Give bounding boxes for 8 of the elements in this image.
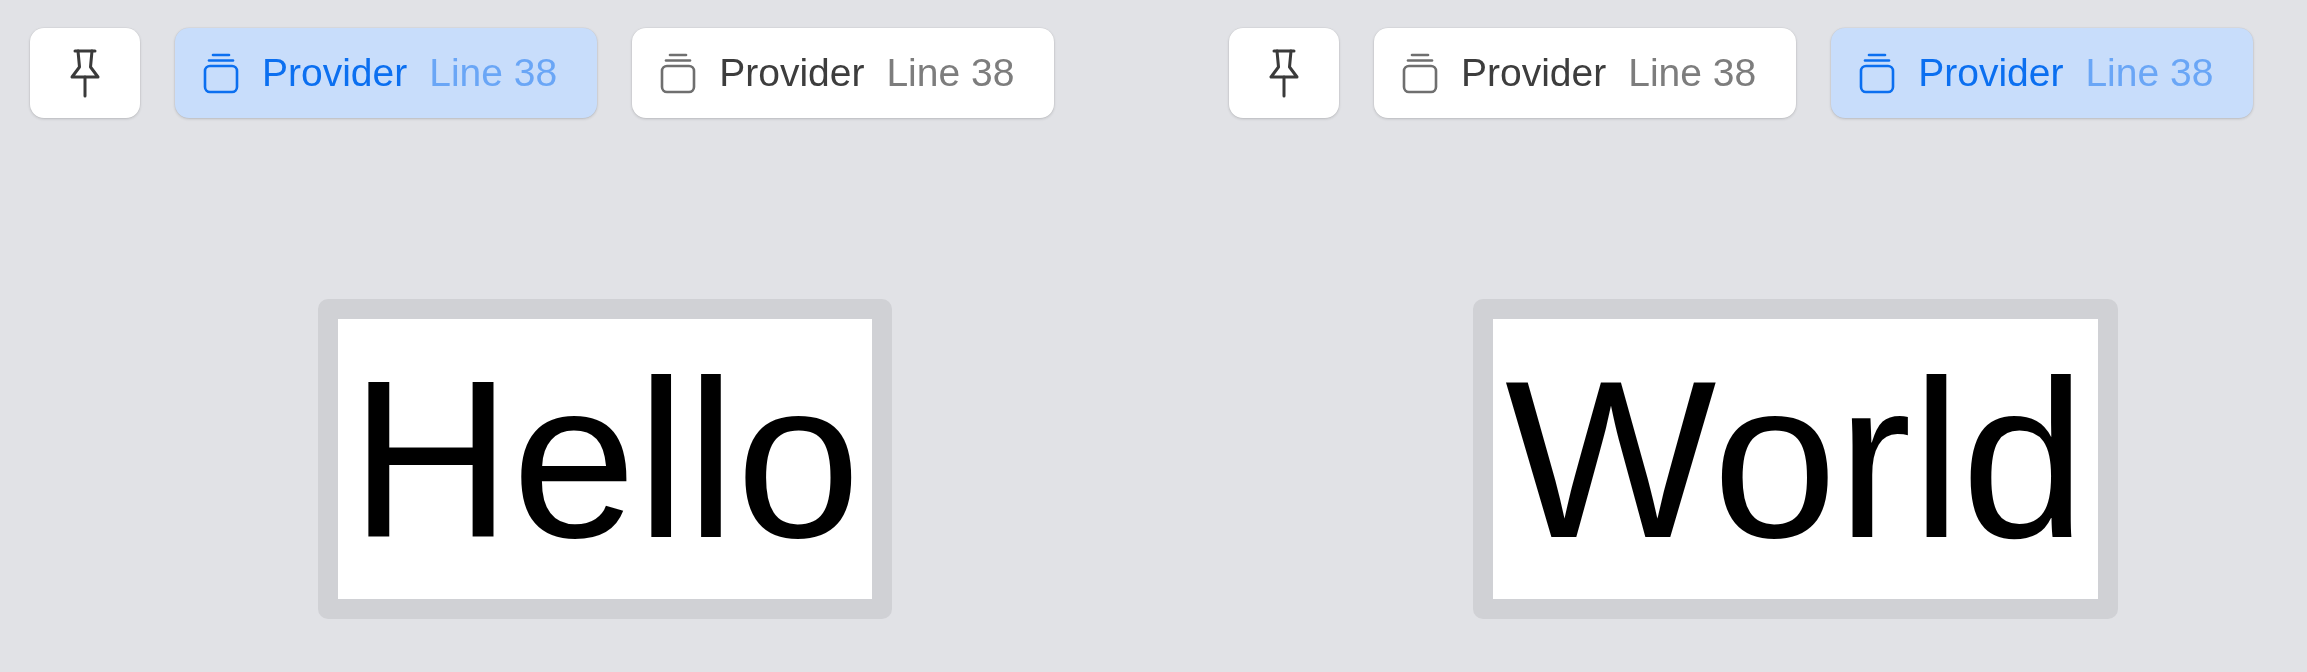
pin-button[interactable]: [30, 28, 140, 118]
preview-tab[interactable]: Provider Line 38: [632, 28, 1055, 118]
preview-tab[interactable]: Provider Line 38: [1374, 28, 1797, 118]
preview-text: Hello: [350, 333, 861, 586]
stack-icon: [1400, 52, 1440, 94]
pin-button[interactable]: [1229, 28, 1339, 118]
stack-icon: [201, 52, 241, 94]
preview-text: World: [1505, 333, 2086, 586]
